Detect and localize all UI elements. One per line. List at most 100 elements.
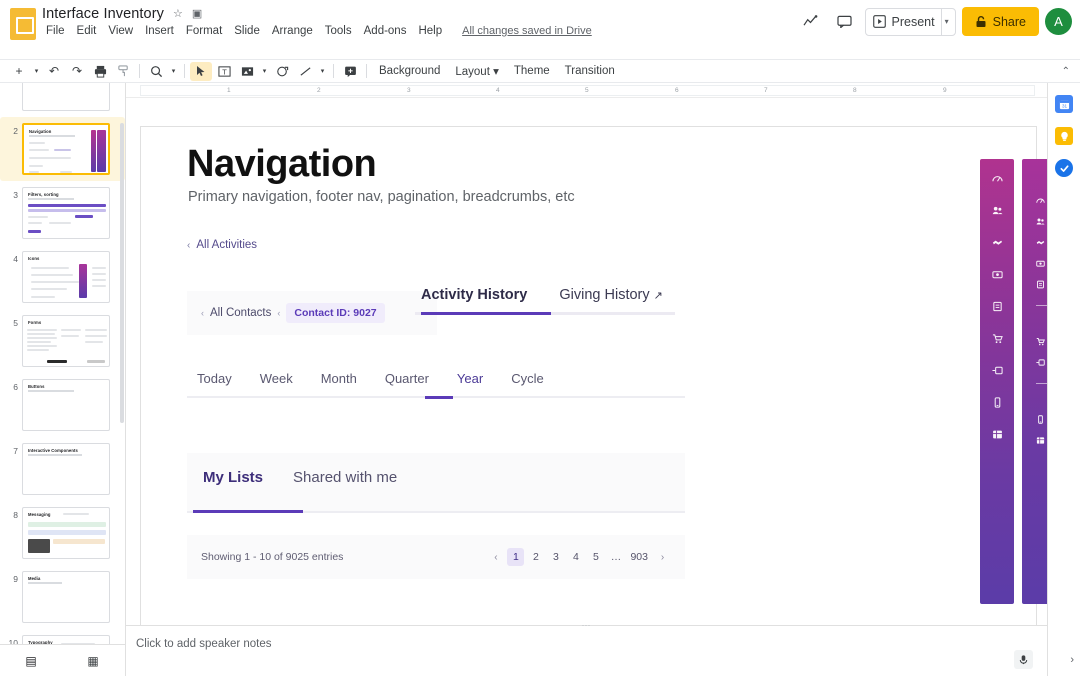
slide-thumbnail[interactable]: Interactive Components [22,443,110,495]
redo-button[interactable]: ↷ [66,62,88,81]
filmstrip-slide-5[interactable]: 5 Forms [0,309,125,373]
notes-resize-grip[interactable]: ⋯ [582,620,592,631]
filmstrip-slide-1[interactable]: 1 [0,83,125,117]
slide-filmstrip[interactable]: 1 2 Navigation [0,83,126,676]
textbox-button[interactable]: T [213,62,235,81]
speaker-notes-area[interactable]: ⋯ Click to add speaker notes [126,625,1047,676]
slide-thumbnail[interactable]: Messaging [22,507,110,559]
document-title[interactable]: Interface Inventory [42,6,164,22]
nav-item-forms[interactable]: Forms [1036,332,1047,353]
zoom-caret-icon[interactable]: ▾ [168,62,179,81]
pledges-icon[interactable] [992,237,1003,251]
star-icon[interactable]: ☆ [173,9,183,20]
menu-addons[interactable]: Add-ons [358,22,413,40]
filmstrip-slide-8[interactable]: 8 Messaging [0,501,125,565]
menu-file[interactable]: File [40,22,71,40]
nav-item-dashboard[interactable]: Dashboard [1036,191,1047,212]
breadcrumb-contact-id-chip[interactable]: Contact ID: 9027 [286,303,384,323]
shape-button[interactable] [271,62,293,81]
expand-side-panel-icon[interactable]: › [1070,654,1074,666]
horizontal-ruler[interactable]: 1 2 3 4 5 6 7 8 9 [126,83,1047,98]
user-avatar[interactable]: A [1045,8,1072,35]
forms-icon[interactable] [992,333,1003,347]
nav-item-contacts[interactable]: Contacts [1036,212,1047,233]
contacts-icon[interactable] [992,205,1003,219]
sheet-icon[interactable] [992,429,1003,443]
nav-item-sheet[interactable]: Sheet [1036,431,1047,452]
add-slide-caret-icon[interactable]: ▾ [31,62,42,81]
filmstrip-view-button[interactable]: ▤ [0,654,62,668]
menu-arrange[interactable]: Arrange [266,22,319,40]
tab-cycle[interactable]: Cycle [511,371,544,396]
pagination-page-5[interactable]: 5 [587,548,604,566]
tab-today[interactable]: Today [197,371,232,396]
paint-format-button[interactable] [112,62,134,81]
background-button[interactable]: Background [372,63,447,79]
collapse-toolbar-icon[interactable]: ⌃ [1062,66,1070,77]
speaker-notes-placeholder[interactable]: Click to add speaker notes [136,638,272,650]
filmstrip-slide-7[interactable]: 7 Interactive Components [0,437,125,501]
app-icon[interactable] [992,397,1003,411]
menu-insert[interactable]: Insert [139,22,180,40]
breadcrumb-all-contacts[interactable]: All Contacts [210,307,271,319]
tab-shared-with-me[interactable]: Shared with me [293,469,397,486]
share-button[interactable]: Share [962,7,1039,36]
nav-item-pledges[interactable]: Pledges [1036,233,1047,254]
slide-thumbnail[interactable]: Icons [22,251,110,303]
line-button[interactable] [294,62,316,81]
theme-button[interactable]: Theme [507,63,557,79]
current-slide[interactable]: Navigation Primary navigation, footer na… [140,126,1037,636]
slide-thumbnail[interactable]: Buttons [22,379,110,431]
slide-thumbnail[interactable]: Media [22,571,110,623]
slide-subtitle[interactable]: Primary navigation, footer nav, paginati… [188,189,575,205]
menu-tools[interactable]: Tools [319,22,358,40]
pagination-page-2[interactable]: 2 [527,548,544,566]
layout-button[interactable]: Layout ▾ [448,62,506,80]
move-to-folder-icon[interactable]: ▣ [192,9,202,20]
pagination-next[interactable]: › [654,548,671,566]
insert-image-button[interactable] [236,62,258,81]
nav-item-app[interactable]: App [1036,410,1047,431]
google-tasks-icon[interactable] [1055,159,1073,177]
nav-item-lists[interactable]: Lists [1036,275,1047,296]
filmstrip-slide-2[interactable]: 2 Navigation [0,117,125,181]
tab-my-lists[interactable]: My Lists [203,469,263,486]
slide-thumbnail[interactable]: Forms [22,315,110,367]
grid-view-button[interactable]: ▦ [62,654,124,668]
menu-help[interactable]: Help [412,22,448,40]
slide-thumbnail[interactable]: Filters, sorting [22,187,110,239]
filmstrip-slide-9[interactable]: 9 Media [0,565,125,629]
tab-quarter[interactable]: Quarter [385,371,429,396]
back-to-activities-link[interactable]: ‹ All Activities [187,239,257,251]
tab-activity-history[interactable]: Activity History [421,287,527,312]
transition-button[interactable]: Transition [558,63,622,79]
image-caret-icon[interactable]: ▾ [259,62,270,81]
payouts-icon[interactable] [992,365,1003,379]
menu-slide[interactable]: Slide [228,22,266,40]
print-button[interactable] [89,62,111,81]
pagination-page-4[interactable]: 4 [567,548,584,566]
pagination-page-last[interactable]: 903 [627,548,651,566]
pagination-page-3[interactable]: 3 [547,548,564,566]
filmstrip-slide-6[interactable]: 6 Buttons [0,373,125,437]
slide-title[interactable]: Navigation [187,143,376,186]
nav-item-payouts[interactable]: Payouts [1036,353,1047,374]
menu-edit[interactable]: Edit [71,22,103,40]
pagination-page-1[interactable]: 1 [507,548,524,566]
dashboard-icon[interactable] [992,173,1003,187]
line-caret-icon[interactable]: ▾ [317,62,328,81]
google-keep-icon[interactable] [1055,127,1073,145]
filmstrip-scrollbar[interactable] [120,123,124,423]
select-tool-button[interactable] [190,62,212,81]
menu-format[interactable]: Format [180,22,228,40]
comment-history-icon[interactable] [831,8,859,36]
tab-year[interactable]: Year [457,371,483,396]
pagination-prev[interactable]: ‹ [487,548,504,566]
add-slide-button[interactable]: + [8,62,30,81]
google-calendar-icon[interactable]: 31 [1055,95,1073,113]
undo-button[interactable]: ↶ [43,62,65,81]
zoom-button[interactable] [145,62,167,81]
slide-thumbnail[interactable]: Navigation [22,123,110,175]
slide-canvas[interactable]: Navigation Primary navigation, footer na… [126,98,1047,658]
present-button[interactable]: Present ▾ [865,8,956,36]
